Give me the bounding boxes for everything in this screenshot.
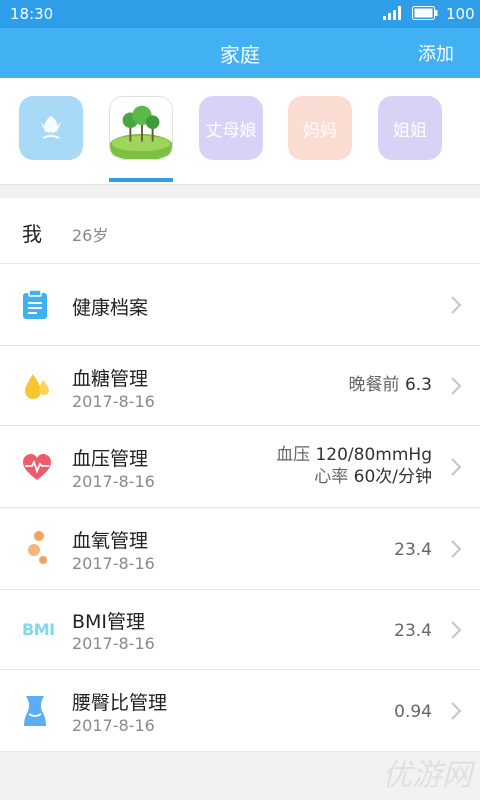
water-drop-icon xyxy=(25,374,49,399)
watermark: 优游网 xyxy=(382,758,472,793)
row-date: 2017-8-16 xyxy=(72,554,155,573)
battery-icon xyxy=(412,6,438,20)
chevron-right-icon xyxy=(451,621,462,639)
status-time: 18:30 xyxy=(10,5,54,23)
waist-icon xyxy=(24,696,46,726)
row-date: 2017-8-16 xyxy=(72,716,155,735)
bp-value: 120/80mmHg xyxy=(315,445,432,465)
chevron-right-icon xyxy=(451,458,462,476)
blood-oxygen-row[interactable]: 血氧管理 2017-8-16 23.4 xyxy=(0,508,480,590)
row-label: 腰臀比管理 xyxy=(72,692,168,714)
health-archive-row[interactable]: 健康档案 xyxy=(0,264,480,346)
profile-name: 我 xyxy=(22,222,42,246)
value-number: 6.3 xyxy=(404,375,432,395)
header: 家庭 添加 xyxy=(0,28,480,78)
document-icon xyxy=(23,290,47,319)
active-member-indicator xyxy=(109,178,173,182)
bubbles-icon xyxy=(28,531,47,564)
row-value: 晚餐前 6.3 xyxy=(349,374,432,396)
signal-icon xyxy=(383,6,401,20)
status-bar: 18:30 100 xyxy=(0,0,480,28)
blood-sugar-row[interactable]: 血糖管理 2017-8-16 晚餐前 6.3 xyxy=(0,346,480,426)
row-value: 23.4 xyxy=(394,621,432,641)
row-label: BMI管理 xyxy=(72,611,146,633)
chevron-right-icon xyxy=(451,702,462,720)
member-mother-in-law[interactable]: 丈母娘 xyxy=(199,96,263,160)
row-value: 0.94 xyxy=(394,702,432,722)
hr-prefix: 心率 xyxy=(314,467,349,487)
page-title: 家庭 xyxy=(220,43,260,67)
family-member-bar: 丈母娘 妈妈 姐姐 xyxy=(0,78,480,184)
row-label: 血糖管理 xyxy=(72,368,149,390)
member-self-avatar[interactable] xyxy=(19,96,83,160)
member-label: 姐姐 xyxy=(393,120,427,141)
member-label: 丈母娘 xyxy=(205,120,257,141)
heart-pulse-icon xyxy=(23,454,51,480)
row-label: 血氧管理 xyxy=(72,530,149,552)
tree-landscape-icon xyxy=(110,97,172,159)
row-label: 血压管理 xyxy=(72,448,149,470)
profile-row: 我 26岁 xyxy=(0,198,480,264)
tulip-icon xyxy=(41,116,61,139)
chevron-right-icon xyxy=(451,296,462,314)
bmi-icon: BMI xyxy=(22,620,55,639)
chevron-right-icon xyxy=(451,540,462,558)
row-date: 2017-8-16 xyxy=(72,472,155,491)
blood-pressure-row[interactable]: 血压管理 2017-8-16 血压 120/80mmHg 心率 60次/分钟 xyxy=(0,426,480,508)
value-prefix: 晚餐前 xyxy=(348,375,400,395)
bp-prefix: 血压 xyxy=(276,445,311,465)
member-sister[interactable]: 姐姐 xyxy=(378,96,442,160)
member-landscape-avatar[interactable] xyxy=(109,96,173,160)
row-date: 2017-8-16 xyxy=(72,392,155,411)
member-mother[interactable]: 妈妈 xyxy=(288,96,352,160)
row-label: 健康档案 xyxy=(72,297,149,319)
row-date: 2017-8-16 xyxy=(72,634,155,653)
chevron-right-icon xyxy=(451,377,462,395)
row-value: 血压 120/80mmHg 心率 60次/分钟 xyxy=(276,444,432,488)
section-divider xyxy=(0,184,480,198)
hr-value: 60次/分钟 xyxy=(353,467,432,487)
row-value: 23.4 xyxy=(394,540,432,560)
waist-hip-ratio-row[interactable]: 腰臀比管理 2017-8-16 0.94 xyxy=(0,670,480,752)
bmi-row[interactable]: BMI BMI管理 2017-8-16 23.4 xyxy=(0,590,480,670)
profile-age: 26岁 xyxy=(72,226,109,245)
add-button[interactable]: 添加 xyxy=(418,40,454,66)
battery-level: 100 xyxy=(446,5,475,23)
member-label: 妈妈 xyxy=(303,120,337,141)
